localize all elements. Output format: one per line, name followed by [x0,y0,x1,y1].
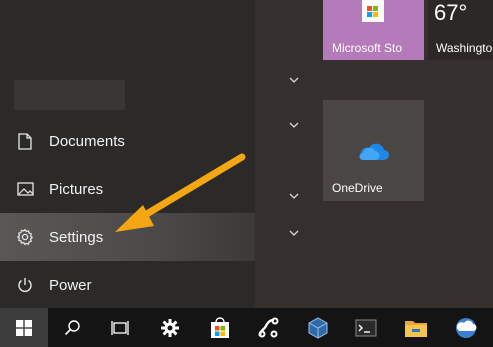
chevron-down-icon[interactable] [288,120,300,130]
cloud-icon [359,143,389,160]
start-item-pictures[interactable]: Pictures [0,165,255,213]
tile-weather[interactable]: 67° Washingto [428,0,493,60]
tile-label: Microsoft Sto [332,41,403,55]
start-button[interactable] [0,308,48,347]
taskbar-terminal-button[interactable] [342,308,390,347]
tile-onedrive[interactable]: OneDrive [323,100,424,201]
taskbar [0,308,493,347]
pictures-icon [16,180,34,198]
taskbar-store-button[interactable] [196,308,244,347]
task-view-icon [111,320,129,335]
start-item-documents[interactable]: Documents [0,117,255,165]
start-item-power[interactable]: Power [0,261,255,309]
gear-icon [16,228,34,246]
start-icon [16,319,32,336]
search-button[interactable] [48,308,96,347]
store-icon [211,316,229,338]
user-account-button[interactable] [14,80,125,110]
start-item-label: Documents [49,132,125,150]
task-view-button[interactable] [96,308,144,347]
search-icon [64,320,80,336]
start-item-label: Power [49,276,92,294]
document-icon [16,132,34,150]
file-explorer-icon [405,320,427,337]
start-item-label: Settings [49,228,104,246]
store-icon [362,0,384,22]
taskbar-app-button-2[interactable] [442,308,490,347]
weather-temperature: 67° [434,0,468,25]
chevron-down-icon[interactable] [288,228,300,238]
taskbar-settings-button[interactable] [146,308,194,347]
power-icon [16,276,34,294]
tile-microsoft-store[interactable]: Microsoft Sto [323,0,424,60]
taskbar-app-button[interactable] [244,308,292,347]
chevron-down-icon[interactable] [288,191,300,201]
taskbar-file-explorer-button[interactable] [392,308,440,347]
terminal-icon [355,319,377,336]
start-menu-left-pane: Documents Pictures Settings Power [0,0,255,308]
taskbar-virtualbox-button[interactable] [294,308,342,347]
start-item-label: Pictures [49,180,104,198]
virtualbox-icon [308,316,328,339]
tile-label: OneDrive [332,181,383,195]
start-item-settings[interactable]: Settings [0,213,255,261]
app-icon [456,317,477,338]
chevron-down-icon[interactable] [288,75,300,85]
tile-label: Washingto [436,41,493,55]
app-icon [258,317,279,337]
settings-icon [161,318,179,337]
